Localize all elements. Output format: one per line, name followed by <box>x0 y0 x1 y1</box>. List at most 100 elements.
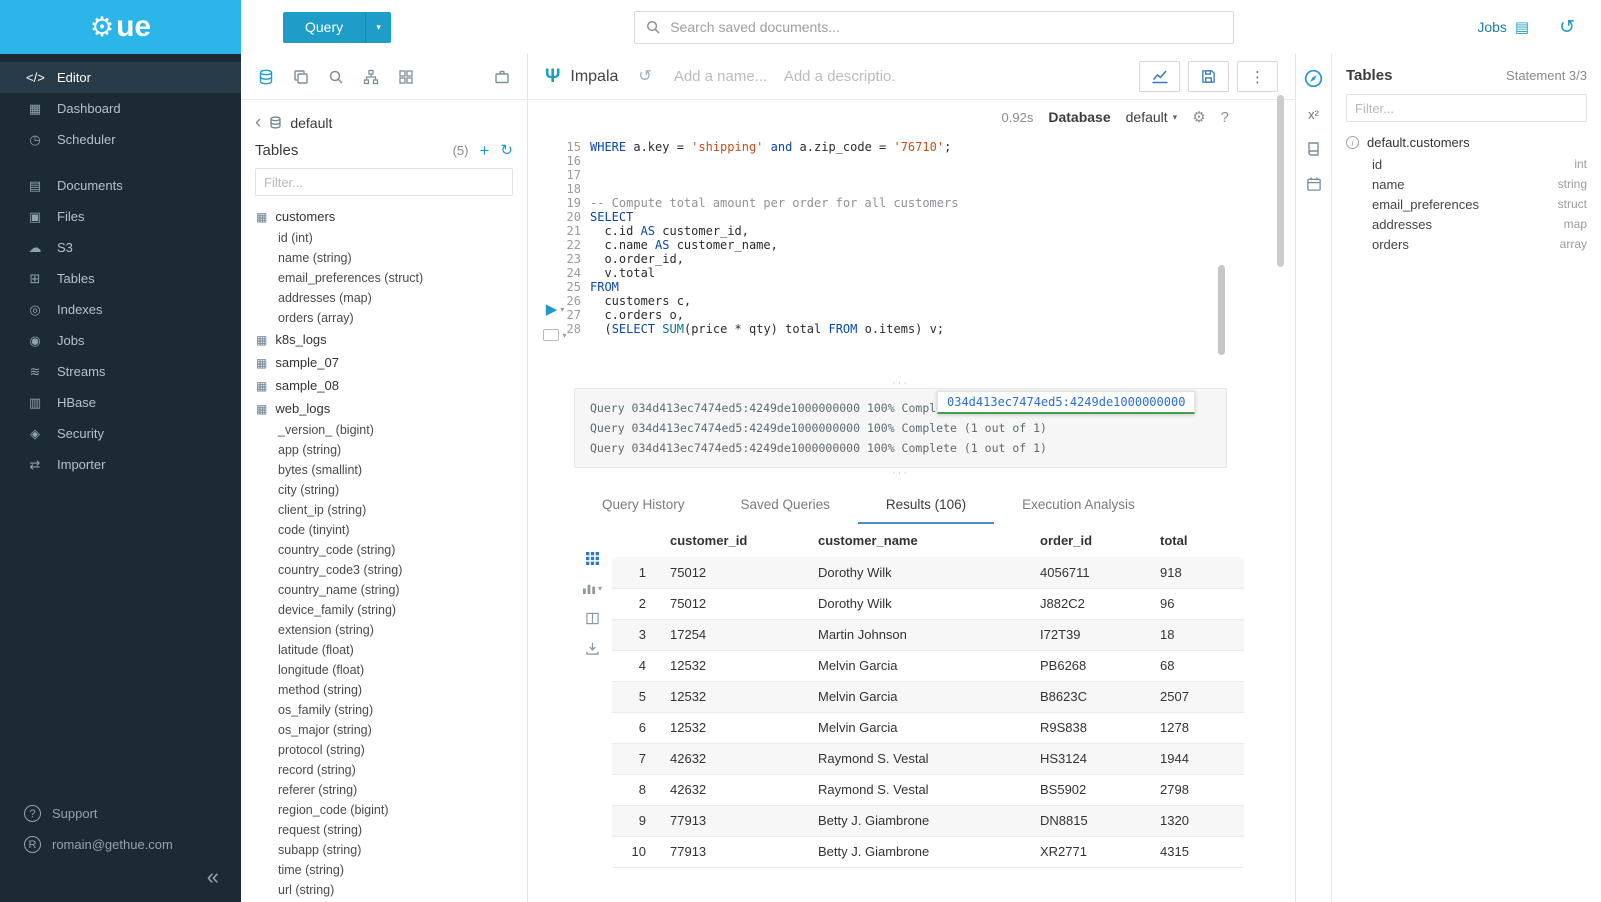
column-item[interactable]: region_code (bigint) <box>241 800 527 820</box>
column-item[interactable]: bytes (smallint) <box>241 460 527 480</box>
result-row[interactable]: 175012Dorothy Wilk4056711918 <box>612 557 1244 588</box>
tab-execution-analysis[interactable]: Execution Analysis <box>994 486 1163 524</box>
database-select[interactable]: default ▾ <box>1126 109 1178 125</box>
save-button[interactable] <box>1188 61 1229 92</box>
sidebar-item-s3[interactable]: ☁S3 <box>0 232 241 263</box>
assist-column-orders[interactable]: ordersarray <box>1346 234 1587 254</box>
column-item[interactable]: os_family (string) <box>241 700 527 720</box>
result-row[interactable]: 317254Martin JohnsonI72T3918 <box>612 619 1244 650</box>
column-item[interactable]: os_major (string) <box>241 720 527 740</box>
column-item[interactable]: method (string) <box>241 680 527 700</box>
snippet-type-button[interactable]: ▾ <box>543 329 566 341</box>
sidebar-item-documents[interactable]: ▤Documents <box>0 170 241 201</box>
settings-gear-icon[interactable]: ⚙ <box>1192 110 1205 125</box>
columns-view-icon[interactable] <box>586 612 599 625</box>
search-input[interactable] <box>670 19 1222 35</box>
column-item[interactable]: referer (string) <box>241 780 527 800</box>
column-item[interactable]: device_family (string) <box>241 600 527 620</box>
column-item[interactable]: name (string) <box>241 248 527 268</box>
chart-button[interactable] <box>1139 61 1180 92</box>
search-source-icon[interactable] <box>328 69 344 85</box>
column-item[interactable]: addresses (map) <box>241 288 527 308</box>
sidebar-item-security[interactable]: ◈Security <box>0 418 241 449</box>
column-item[interactable]: subapp (string) <box>241 840 527 860</box>
new-query-dropdown[interactable]: ▾ <box>365 12 391 43</box>
sidebar-item-dashboard[interactable]: ▦Dashboard <box>0 93 241 124</box>
column-item[interactable]: url (string) <box>241 880 527 900</box>
table-item-sample-08[interactable]: ▦sample_08 <box>241 374 527 397</box>
result-row[interactable]: 742632Raymond S. VestalHS31241944 <box>612 743 1244 774</box>
database-source-icon[interactable] <box>258 69 274 85</box>
sidebar-item-editor[interactable]: </>Editor <box>0 62 241 93</box>
database-name[interactable]: default <box>290 115 332 131</box>
briefcase-icon[interactable] <box>494 69 510 85</box>
sidebar-item-scheduler[interactable]: ◷Scheduler <box>0 124 241 155</box>
table-item-customers[interactable]: ▦customers <box>241 205 527 228</box>
column-item[interactable]: id (int) <box>241 228 527 248</box>
column-item[interactable]: code (tinyint) <box>241 520 527 540</box>
column-item[interactable]: latitude (float) <box>241 640 527 660</box>
column-item[interactable]: country_code (string) <box>241 540 527 560</box>
schedule-icon[interactable] <box>1306 176 1322 192</box>
sidebar-item-importer[interactable]: ⇄Importer <box>0 449 241 480</box>
result-row[interactable]: 842632Raymond S. VestalBS59022798 <box>612 774 1244 805</box>
tables-filter-input[interactable] <box>255 168 513 196</box>
new-query-button[interactable]: Query <box>283 12 365 43</box>
refresh-icon[interactable]: ↻ <box>500 143 513 158</box>
column-item[interactable]: protocol (string) <box>241 740 527 760</box>
add-table-icon[interactable]: + <box>479 142 489 159</box>
column-item[interactable]: orders (array) <box>241 308 527 328</box>
column-item[interactable]: email_preferences (struct) <box>241 268 527 288</box>
sitemap-source-icon[interactable] <box>363 69 379 85</box>
sql-editor[interactable]: 15WHERE a.key = 'shipping' and a.zip_cod… <box>528 134 1295 378</box>
hue-logo[interactable]: ⚙ ue <box>0 0 241 54</box>
tab-query-history[interactable]: Query History <box>574 486 713 524</box>
resize-handle-bottom[interactable]: ··· <box>574 468 1227 478</box>
assist-column-email-preferences[interactable]: email_preferencesstruct <box>1346 194 1587 214</box>
editor-scrollbar[interactable] <box>1218 265 1225 355</box>
sidebar-item-tables[interactable]: ⊞Tables <box>0 263 241 294</box>
assist-column-id[interactable]: idint <box>1346 154 1587 174</box>
assist-column-addresses[interactable]: addressesmap <box>1346 214 1587 234</box>
column-item[interactable]: extension (string) <box>241 620 527 640</box>
column-item[interactable]: request (string) <box>241 820 527 840</box>
execute-button[interactable]: ▶▾ <box>546 302 565 317</box>
grid-view-icon[interactable] <box>586 552 599 565</box>
column-item[interactable]: city (string) <box>241 480 527 500</box>
sidebar-collapse-button[interactable]: « <box>0 860 241 898</box>
resize-handle-top[interactable]: ··· <box>574 378 1227 388</box>
column-item[interactable]: app (string) <box>241 440 527 460</box>
snippet-history-icon[interactable]: ↺ <box>638 69 651 85</box>
result-row[interactable]: 412532Melvin GarciaPB626868 <box>612 650 1244 681</box>
column-item[interactable]: country_code3 (string) <box>241 560 527 580</box>
column-item[interactable]: time (string) <box>241 860 527 880</box>
result-row[interactable]: 977913Betty J. GiambroneDN88151320 <box>612 805 1244 836</box>
tab-results-106[interactable]: Results (106) <box>858 486 994 524</box>
sidebar-item-support[interactable]: ? Support <box>0 798 241 829</box>
sidebar-item-indexes[interactable]: ◎Indexes <box>0 294 241 325</box>
apps-source-icon[interactable] <box>398 69 414 85</box>
table-item-web-logs[interactable]: ▦web_logs <box>241 397 527 420</box>
sidebar-item-streams[interactable]: ≋Streams <box>0 356 241 387</box>
assist-column-name[interactable]: namestring <box>1346 174 1587 194</box>
back-chevron-icon[interactable]: ‹ <box>255 113 261 132</box>
assistant-compass-icon[interactable] <box>1304 69 1323 88</box>
query-history-icon[interactable]: ↺ <box>1559 18 1575 37</box>
column-item[interactable]: client_ip (string) <box>241 500 527 520</box>
column-item[interactable]: longitude (float) <box>241 660 527 680</box>
result-row[interactable]: 512532Melvin GarciaB8623C2507 <box>612 681 1244 712</box>
result-row[interactable]: 1077913Betty J. GiambroneXR27714315 <box>612 836 1244 867</box>
page-scrollbar[interactable] <box>1277 95 1284 267</box>
language-reference-icon[interactable] <box>1306 141 1321 157</box>
chart-view-icon[interactable]: ▾ <box>582 582 602 595</box>
result-row[interactable]: 275012Dorothy WilkJ882C296 <box>612 588 1244 619</box>
assist-filter-input[interactable] <box>1346 94 1587 122</box>
column-item[interactable]: country_name (string) <box>241 580 527 600</box>
query-id-tooltip[interactable]: 034d413ec7474ed5:4249de1000000000 <box>937 391 1195 414</box>
jobs-link[interactable]: Jobs ▤ <box>1477 18 1529 36</box>
table-item-k8s-logs[interactable]: ▦k8s_logs <box>241 328 527 351</box>
column-item[interactable]: record (string) <box>241 760 527 780</box>
assist-table-row[interactable]: i default.customers <box>1346 135 1587 150</box>
query-description-input[interactable] <box>784 68 896 85</box>
sidebar-item-jobs[interactable]: ◉Jobs <box>0 325 241 356</box>
